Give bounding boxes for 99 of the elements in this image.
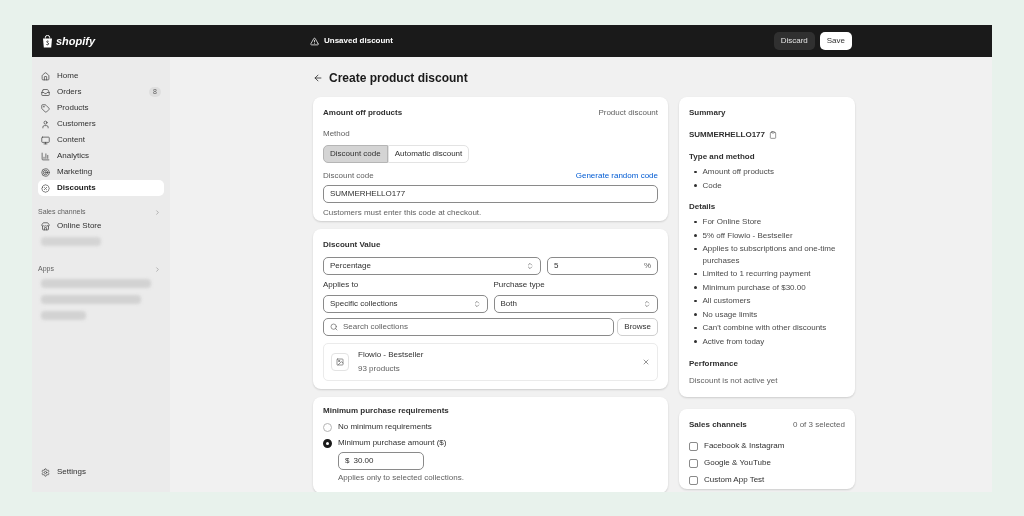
- field-label: Method: [323, 128, 351, 140]
- chevron-updown-icon: [472, 300, 481, 308]
- nav-item[interactable]: Home: [38, 68, 164, 84]
- checkbox[interactable]: [689, 441, 698, 451]
- bullet-icon: [694, 299, 697, 302]
- bullet-icon: [694, 286, 697, 289]
- bullet-icon: [694, 272, 697, 275]
- card-title: Discount Value: [323, 239, 382, 251]
- selected-count: 0 of 3 selected: [792, 419, 845, 431]
- discard-button[interactable]: Discard: [773, 32, 815, 50]
- radio-label: Minimum purchase amount ($): [338, 437, 447, 449]
- chevron-updown-icon: [643, 300, 651, 308]
- nav-icon: [41, 135, 50, 145]
- product-count: 93 products: [358, 363, 401, 375]
- summary-item: No usage limits: [702, 308, 758, 320]
- nav-icon: [41, 151, 50, 161]
- summary-item: All customers: [702, 295, 751, 307]
- summary-item: Active from today: [702, 335, 765, 347]
- nav-icon: [41, 167, 50, 177]
- nav-icon: [41, 87, 50, 97]
- bullet-icon: [694, 340, 697, 343]
- radio-button[interactable]: [323, 438, 332, 448]
- section-heading: Details: [689, 201, 717, 213]
- summary-item: Amount off products: [702, 166, 774, 178]
- minimum-amount-field[interactable]: $ 30.00: [338, 452, 424, 470]
- chevron-updown-icon: [526, 262, 534, 270]
- summary-item: Can't combine with other discounts: [702, 322, 827, 334]
- chevron-right-icon: [154, 265, 161, 273]
- browse-button[interactable]: Browse: [617, 318, 658, 336]
- page-title: Create product discount: [329, 70, 468, 87]
- card-title: Minimum purchase requirements: [323, 405, 450, 417]
- performance-text: Discount is not active yet: [689, 375, 779, 387]
- nav-icon: [41, 183, 50, 193]
- method-tab[interactable]: Discount code: [323, 145, 388, 163]
- help-text: Customers must enter this code at checkout.: [323, 207, 483, 219]
- copy-icon[interactable]: [769, 131, 777, 139]
- nav-item[interactable]: Products: [38, 100, 164, 116]
- settings-icon: [41, 467, 50, 477]
- back-arrow-icon[interactable]: [313, 73, 323, 83]
- blurred-item: [41, 311, 86, 320]
- field-label: Discount code: [323, 170, 374, 182]
- nav-item[interactable]: Discounts: [38, 180, 164, 196]
- channel-label: Custom App Test: [704, 474, 765, 486]
- store-icon: [41, 221, 50, 231]
- card-title: Sales channels: [689, 419, 747, 431]
- bullet-icon: [694, 184, 697, 187]
- section-heading: Performance: [689, 358, 739, 370]
- nav-item[interactable]: Analytics: [38, 148, 164, 164]
- shopping-bag-logo-icon: [42, 34, 53, 48]
- unsaved-status: Unsaved discount: [324, 35, 393, 47]
- nav-item[interactable]: Marketing: [38, 164, 164, 180]
- nav-icon: [41, 119, 50, 129]
- bullet-icon: [694, 247, 697, 250]
- summary-item: For Online Store: [702, 216, 762, 228]
- bullet-icon: [694, 326, 697, 329]
- summary-item: Minimum purchase of $30.00: [702, 281, 806, 293]
- chevron-right-icon: [154, 208, 161, 216]
- generate-code-link[interactable]: Generate random code: [575, 170, 658, 182]
- nav-item[interactable]: Online Store: [38, 218, 164, 234]
- bullet-icon: [694, 313, 697, 316]
- bullet-icon: [694, 234, 697, 237]
- nav-icon: [41, 71, 50, 81]
- discount-type-label: Product discount: [598, 107, 658, 119]
- purchase-type-select[interactable]: Both: [493, 295, 658, 313]
- search-icon: [330, 323, 338, 331]
- radio-label: No minimum requirements: [338, 421, 432, 433]
- bullet-icon: [694, 170, 697, 173]
- field-label: Applies to: [323, 279, 360, 291]
- warning-icon: [310, 36, 319, 46]
- logo-text: shopify: [56, 33, 96, 49]
- field-label: Purchase type: [493, 279, 546, 291]
- save-button[interactable]: Save: [819, 32, 852, 50]
- card-title: Summary: [689, 107, 727, 119]
- summary-item: Code: [702, 179, 722, 191]
- channel-label: Facebook & Instagram: [704, 440, 785, 452]
- summary-item: Limited to 1 recurring payment: [702, 268, 811, 280]
- channel-label: Google & YouTube: [704, 457, 771, 469]
- nav-item[interactable]: Settings: [38, 464, 164, 480]
- summary-item: 5% off Flowio - Bestseller: [702, 229, 793, 241]
- nav-item[interactable]: Customers: [38, 116, 164, 132]
- card-title: Amount off products: [323, 107, 403, 119]
- amount-field[interactable]: 5 %: [547, 257, 658, 275]
- method-tab[interactable]: Automatic discount: [387, 145, 470, 163]
- help-text: Applies only to selected collections.: [338, 472, 465, 484]
- checkbox[interactable]: [689, 458, 698, 468]
- section-heading: Type and method: [689, 151, 756, 163]
- value-type-select[interactable]: Percentage: [323, 257, 541, 275]
- collection-name: Flowio - Bestseller: [358, 349, 425, 361]
- bullet-icon: [694, 220, 697, 223]
- checkbox[interactable]: [689, 475, 698, 485]
- search-field[interactable]: Search collections: [323, 318, 615, 336]
- discount-code-field[interactable]: SUMMERHELLO177: [323, 185, 658, 203]
- summary-code: SUMMERHELLO177: [689, 129, 765, 141]
- summary-item: Applies to subscriptions and one-time purchases: [702, 243, 837, 266]
- close-icon[interactable]: [642, 358, 650, 366]
- nav-item[interactable]: Content: [38, 132, 164, 148]
- image-placeholder-icon: [331, 353, 349, 371]
- applies-to-select[interactable]: Specific collections: [323, 295, 488, 313]
- nav-icon: [41, 103, 50, 113]
